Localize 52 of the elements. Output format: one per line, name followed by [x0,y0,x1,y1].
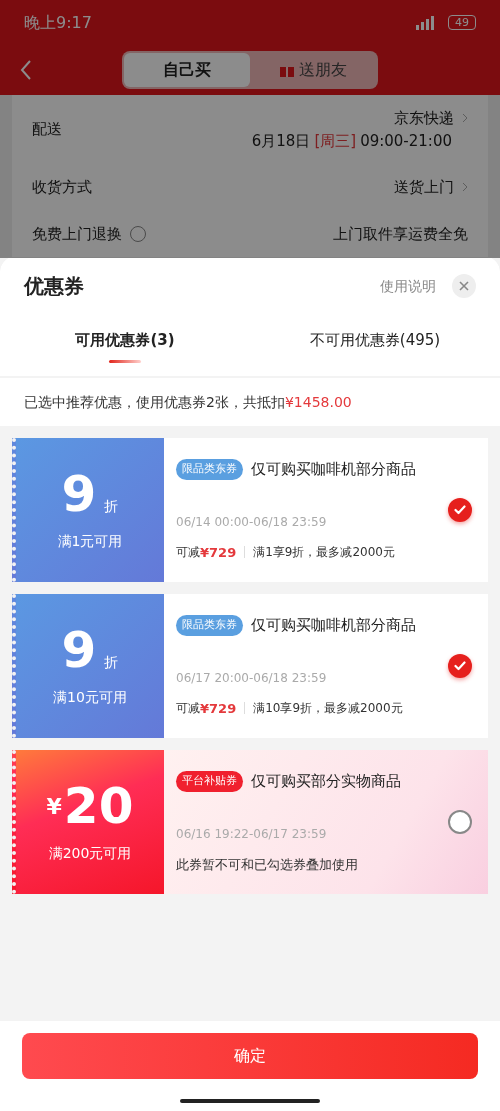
checked-icon[interactable] [448,498,472,522]
coupon-tab[interactable]: 可用优惠券(3) [0,316,250,376]
row-value: 京东快递 [394,108,454,129]
help-link[interactable]: 使用说明 [380,275,436,297]
discount-unit: 折 [104,652,119,672]
coupon-tag: 平台补贴券 [176,771,243,792]
coupon-tab[interactable]: 不可用优惠券(495) [250,316,500,376]
coupon-title: 仅可购买咖啡机部分商品 [251,459,416,480]
coupon-amount: 9 [61,624,97,675]
delivery-hours: 09:00-21:00 [360,130,452,152]
coupon-threshold: 满10元可用 [53,687,127,707]
coupon-validity: 06/17 20:00-06/18 23:59 [176,669,328,687]
delivery-weekday: [周三] [314,130,357,152]
coupon-tag: 限品类东券 [176,615,243,636]
close-button[interactable] [452,274,476,298]
coupon-rule: 满1享9折，最多减2000元 [253,544,395,562]
saving-amount: ¥729 [200,699,237,718]
coupon-title: 仅可购买部分实物商品 [251,771,401,792]
delivery-date: 6月18日 [251,130,311,152]
coupon-threshold: 满1元可用 [57,531,123,551]
discount-unit: 折 [104,496,119,516]
mode-tab[interactable]: 自己买 [124,53,250,87]
currency-symbol: ¥ [46,792,62,821]
back-icon[interactable] [20,59,32,81]
row-label: 配送 [32,119,62,141]
saving-label: 可减 [176,700,200,718]
battery-indicator: 49 [448,14,476,31]
row-value: 上门取件享运费全免 [333,223,468,245]
coupon-validity: 06/14 00:00-06/18 23:59 [176,513,328,531]
close-icon [459,281,469,291]
coupon-title: 仅可购买咖啡机部分商品 [251,615,416,636]
saving-label: 可减 [176,544,200,562]
coupon-validity: 06/16 19:22-06/17 23:59 [176,825,328,843]
row-value: 送货上门 [394,177,454,198]
saving-amount: ¥729 [200,543,237,562]
row-label: 收货方式 [32,177,92,198]
coupon-note: 此券暂不可和已勾选券叠加使用 [176,855,359,874]
coupon-amount: 9 [61,468,97,519]
coupon-card[interactable]: 限品类东券 仅可购买咖啡机部分商品 06/17 20:00-06/18 23:59 可减¥729 满10享9折，最多减2000元 [164,594,488,738]
coupon-card[interactable]: 平台补贴券 仅可购买部分实物商品 06/16 19:22-06/17 23:59 此券暂不可和已勾选券叠加使用 [164,750,488,894]
row-label: 免费上门退换 [32,223,122,245]
checked-icon[interactable] [448,654,472,678]
coupon-tag: 限品类东券 [176,459,243,480]
confirm-button[interactable]: 确定 [22,1033,478,1079]
status-time: 晚上9:17 [24,11,92,34]
coupon-threshold: 满200元可用 [48,843,132,863]
coupon-rule: 满10享9折，最多减2000元 [253,700,403,718]
signal-icon [414,15,436,30]
summary-text: 已选中推荐优惠，使用优惠券2张，共抵扣¥1458.00 [24,392,352,412]
coupon-card[interactable]: 限品类东券 仅可购买咖啡机部分商品 06/14 00:00-06/18 23:59 可减¥729 满1享9折，最多减2000元 [164,438,488,582]
sheet-title: 优惠券 [24,273,85,300]
coupon-amount: 20 [63,780,134,831]
